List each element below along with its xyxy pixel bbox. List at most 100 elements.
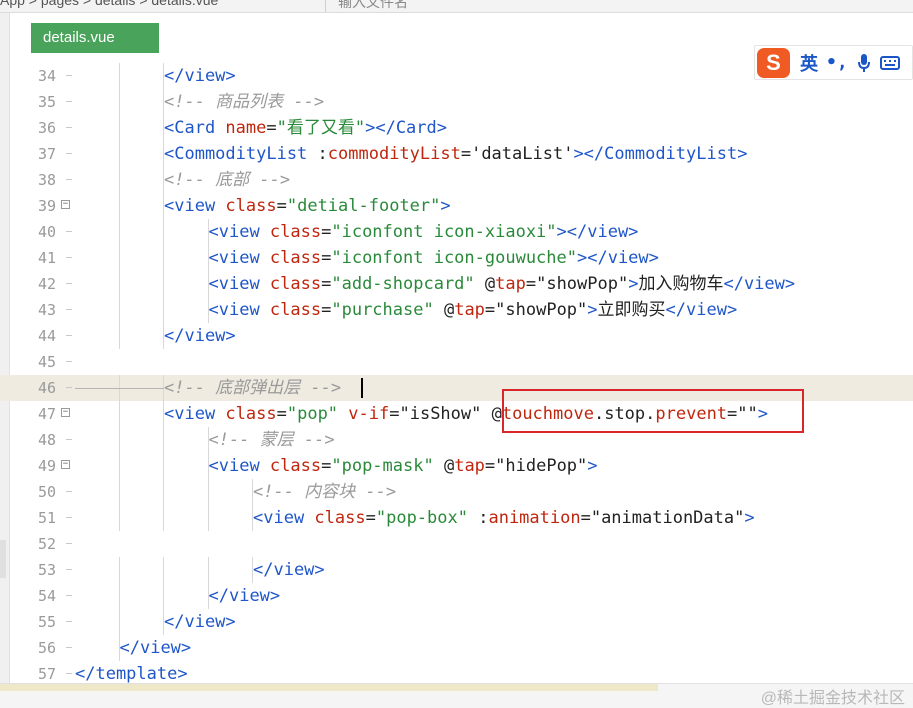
- fold-toggle-icon[interactable]: −: [61, 460, 70, 469]
- code-line[interactable]: 39− <view class="detial-footer">: [0, 193, 913, 219]
- code-token: </view>: [119, 638, 192, 658]
- code-token: </view>: [164, 326, 236, 346]
- code-text[interactable]: <!-- 商品列表 -->: [164, 89, 324, 115]
- code-token: =: [321, 248, 332, 268]
- ime-punctuation-toggle[interactable]: •,: [826, 52, 848, 73]
- scrollbar-thumb[interactable]: [0, 684, 658, 691]
- code-line[interactable]: 43 <view class="purchase" @tap="showPop">…: [0, 297, 913, 323]
- line-number: 39: [37, 197, 56, 215]
- gutter-tick: [66, 387, 72, 388]
- code-token: </view>: [253, 560, 325, 580]
- code-text[interactable]: <view class="add-shopcard" @tap="showPop…: [209, 271, 796, 297]
- indent-guide: [118, 167, 120, 193]
- code-line[interactable]: 40 <view class="iconfont icon-xiaoxi"></v…: [0, 219, 913, 245]
- line-number: 48: [37, 431, 56, 449]
- code-text[interactable]: <view class="pop-mask" @tap="hidePop">: [209, 453, 598, 479]
- code-text[interactable]: <view class="purchase" @tap="showPop">立即…: [209, 297, 738, 323]
- code-line[interactable]: 45: [0, 349, 913, 375]
- code-token: =: [276, 196, 287, 216]
- code-token: class: [314, 508, 366, 528]
- indent-guide: [163, 297, 164, 323]
- sogou-logo-icon[interactable]: S: [757, 47, 790, 78]
- gutter-tick: [66, 257, 72, 258]
- code-text[interactable]: </view>: [209, 583, 281, 609]
- indent-guide: [118, 557, 120, 583]
- code-line[interactable]: 51 <view class="pop-box" :animation="anim…: [0, 505, 913, 531]
- code-text[interactable]: <!-- 蒙层 -->: [209, 427, 335, 453]
- code-text[interactable]: <!-- 底部弹出层 -->: [164, 375, 341, 401]
- code-line[interactable]: 56 </view>: [0, 635, 913, 661]
- code-line[interactable]: 35 <!-- 商品列表 -->: [0, 89, 913, 115]
- breadcrumb-bar: App > pages > details > details.vue 输入文件…: [0, 0, 913, 13]
- code-text[interactable]: <CommodityList :commodityList='dataList'…: [164, 141, 747, 167]
- code-line[interactable]: 50 <!-- 内容块 -->: [0, 479, 913, 505]
- code-line[interactable]: 37 <CommodityList :commodityList='dataLis…: [0, 141, 913, 167]
- code-text[interactable]: </view>: [164, 63, 236, 89]
- code-token: ="isShow" @: [389, 404, 502, 424]
- code-token: class: [269, 274, 322, 294]
- code-line[interactable]: 52: [0, 531, 913, 557]
- fold-toggle-icon[interactable]: −: [61, 200, 70, 209]
- code-text[interactable]: <view class="iconfont icon-gouwuche"></v…: [209, 245, 659, 271]
- code-text[interactable]: <!-- 底部 -->: [164, 167, 290, 193]
- code-line[interactable]: 54 </view>: [0, 583, 913, 609]
- code-line[interactable]: 42 <view class="add-shopcard" @tap="showP…: [0, 271, 913, 297]
- line-number: 43: [37, 301, 56, 319]
- code-text[interactable]: <Card name="看了又看"></Card>: [164, 115, 447, 141]
- code-token: 立即购买: [597, 300, 666, 320]
- code-token: class: [269, 300, 322, 320]
- breadcrumb[interactable]: App > pages > details > details.vue: [0, 0, 218, 8]
- code-token: class: [269, 222, 322, 242]
- code-line[interactable]: 38 <!-- 底部 -->: [0, 167, 913, 193]
- code-token: <view: [164, 196, 226, 216]
- ime-language-toggle[interactable]: 英: [800, 50, 818, 76]
- indent-guide: [118, 219, 120, 245]
- code-token: >: [628, 274, 639, 294]
- code-token: </view>: [164, 66, 236, 86]
- indent-guide: [163, 557, 164, 583]
- code-token: :: [467, 508, 489, 528]
- mic-icon[interactable]: [857, 53, 871, 73]
- gutter-tick: [66, 153, 72, 154]
- gutter-tick: [66, 231, 72, 232]
- code-token: ></view>: [556, 222, 639, 242]
- code-line[interactable]: 49− <view class="pop-mask" @tap="hidePop"…: [0, 453, 913, 479]
- code-text[interactable]: </view>: [164, 323, 236, 349]
- code-token: <view: [208, 456, 270, 476]
- code-token: =: [321, 274, 332, 294]
- indent-guide: [118, 141, 120, 167]
- code-line[interactable]: 44 </view>: [0, 323, 913, 349]
- code-text[interactable]: </view>: [120, 635, 192, 661]
- code-token: <view: [208, 300, 270, 320]
- code-text[interactable]: <!-- 内容块 -->: [253, 479, 396, 505]
- gutter-tick: [66, 647, 72, 648]
- code-text[interactable]: <view class="detial-footer">: [164, 193, 451, 219]
- code-line[interactable]: 55 </view>: [0, 609, 913, 635]
- gutter-tick: [66, 621, 72, 622]
- indent-guide: [207, 557, 209, 583]
- code-token: animation: [488, 508, 581, 528]
- fold-toggle-icon[interactable]: −: [61, 408, 70, 417]
- line-number: 49: [37, 457, 56, 475]
- code-text[interactable]: </view>: [164, 609, 236, 635]
- code-token: <view: [208, 274, 270, 294]
- code-text[interactable]: </view>: [253, 557, 325, 583]
- code-token: =: [321, 300, 332, 320]
- code-text[interactable]: <view class="pop-box" :animation="animat…: [253, 505, 755, 531]
- line-number: 42: [37, 275, 56, 293]
- file-search-input[interactable]: 输入文件名: [338, 0, 408, 12]
- indent-guide: [118, 401, 120, 427]
- code-token: v-if: [348, 404, 390, 424]
- code-token: "purchase": [331, 300, 434, 320]
- tab-details-vue[interactable]: details.vue: [31, 23, 159, 53]
- code-token: ></view>: [577, 248, 659, 268]
- keyboard-icon[interactable]: [879, 55, 900, 71]
- code-line[interactable]: 41 <view class="iconfont icon-gouwuche"><…: [0, 245, 913, 271]
- gutter-tick: [66, 439, 72, 440]
- code-token: @: [433, 456, 455, 476]
- code-text[interactable]: <view class="iconfont icon-xiaoxi"></vie…: [209, 219, 639, 245]
- code-line[interactable]: 36 <Card name="看了又看"></Card>: [0, 115, 913, 141]
- input-method-toolbar[interactable]: S 英 •,: [754, 45, 913, 80]
- code-line[interactable]: 53 </view>: [0, 557, 913, 583]
- code-token: "pop-box": [375, 508, 468, 528]
